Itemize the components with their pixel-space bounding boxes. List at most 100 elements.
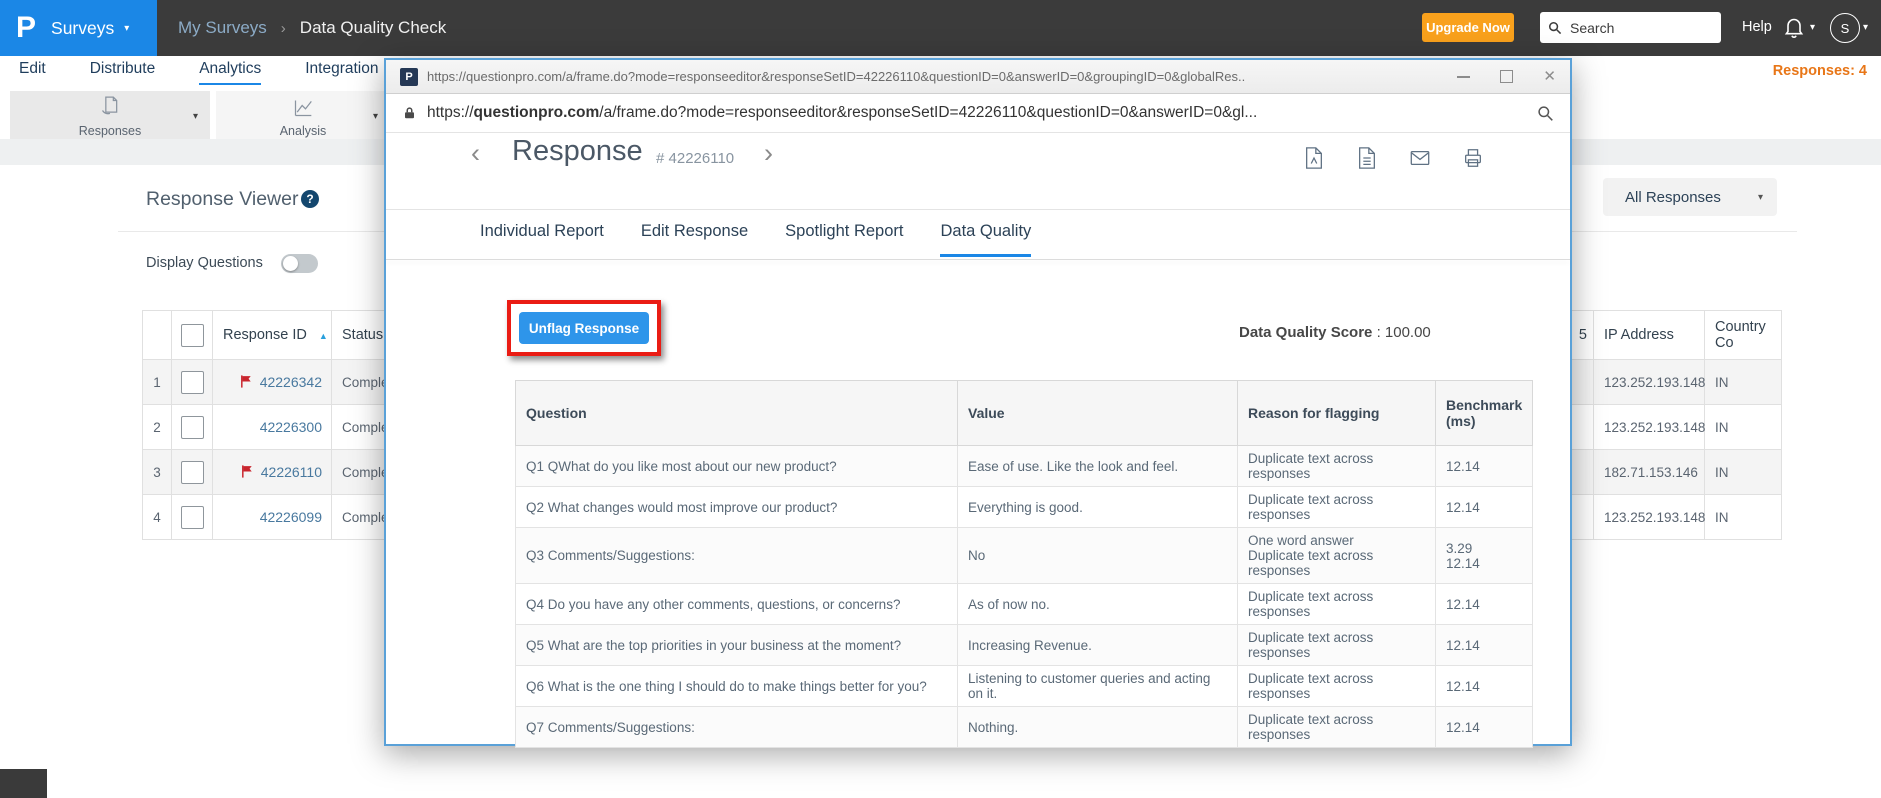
toolbar-responses-label: Responses bbox=[78, 123, 142, 138]
responses-table-right: 5 IP Address Country Co 123.252.193.148 I… bbox=[1565, 310, 1782, 540]
dq-row: Q1 QWhat do you like most about our new … bbox=[515, 445, 1533, 487]
dq-row: Q4 Do you have any other comments, quest… bbox=[515, 583, 1533, 625]
nav-tab-edit[interactable]: Edit bbox=[19, 60, 46, 85]
data-quality-table: Question Value Reason for flagging Bench… bbox=[515, 380, 1533, 748]
close-icon[interactable]: ✕ bbox=[1543, 69, 1556, 84]
nav-tab-distribute[interactable]: Distribute bbox=[90, 60, 155, 85]
select-all-header bbox=[171, 310, 213, 360]
toolbar-responses[interactable]: Responses ▾ bbox=[10, 91, 210, 139]
modal-addressbar[interactable]: https://questionpro.com/a/frame.do?mode=… bbox=[386, 94, 1570, 133]
modal-tabs: Individual Report Edit Response Spotlight … bbox=[480, 222, 1032, 257]
dq-reason-cell: Duplicate text across responses bbox=[1237, 445, 1436, 487]
notifications-bell-icon[interactable] bbox=[1782, 15, 1806, 39]
ip-address-cell: 182.71.153.146 bbox=[1593, 449, 1705, 495]
maximize-icon[interactable] bbox=[1500, 70, 1514, 83]
breadcrumb: My Surveys › Data Quality Check bbox=[178, 0, 446, 56]
select-all-checkbox[interactable] bbox=[180, 323, 204, 347]
pdf-export-icon[interactable] bbox=[1303, 146, 1325, 170]
print-icon[interactable] bbox=[1462, 146, 1484, 170]
dq-table-header: Question Value Reason for flagging Bench… bbox=[515, 380, 1533, 446]
responses-filter-dropdown[interactable]: All Responses ▾ bbox=[1603, 178, 1777, 216]
zoom-icon[interactable] bbox=[1537, 105, 1554, 122]
dq-reason-line: Duplicate text across responses bbox=[1248, 548, 1374, 578]
help-icon[interactable]: ? bbox=[301, 190, 319, 208]
topbar: P Surveys ▾ My Surveys › Data Quality Ch… bbox=[0, 0, 1881, 56]
chat-widget-corner[interactable] bbox=[0, 769, 47, 798]
ip-address-header[interactable]: IP Address bbox=[1593, 310, 1705, 360]
chevron-down-icon[interactable]: ▾ bbox=[193, 111, 198, 122]
account-chevron-icon[interactable]: ▾ bbox=[1863, 22, 1868, 33]
email-icon[interactable] bbox=[1409, 146, 1431, 170]
next-response-button[interactable]: › bbox=[764, 140, 773, 167]
dq-benchmark-cell: 3.29 12.14 bbox=[1435, 527, 1533, 584]
url-prefix: https:// bbox=[427, 104, 474, 121]
row-checkbox[interactable] bbox=[180, 370, 204, 394]
screen: P Surveys ▾ My Surveys › Data Quality Ch… bbox=[0, 0, 1881, 798]
previous-response-button[interactable]: ‹ bbox=[471, 140, 480, 167]
dq-value-cell: Listening to customer queries and acting… bbox=[957, 665, 1238, 707]
response-id-link[interactable]: 42226342 bbox=[260, 374, 322, 390]
modal-titlebar[interactable]: P https://questionpro.com/a/frame.do?mod… bbox=[386, 60, 1570, 94]
country-code-header[interactable]: Country Co bbox=[1704, 310, 1782, 360]
toggle-knob bbox=[283, 256, 298, 271]
modal-tab-edit-response[interactable]: Edit Response bbox=[641, 222, 748, 257]
row-checkbox-cell bbox=[171, 359, 213, 405]
upgrade-now-button[interactable]: Upgrade Now bbox=[1422, 13, 1514, 42]
score-label: Data Quality Score bbox=[1239, 324, 1373, 341]
breadcrumb-my-surveys[interactable]: My Surveys bbox=[178, 18, 267, 38]
sort-asc-icon: ▲ bbox=[318, 331, 328, 341]
search-input[interactable] bbox=[1568, 18, 1702, 37]
help-link[interactable]: Help bbox=[1742, 19, 1772, 35]
data-quality-score: Data Quality Score : 100.00 bbox=[1239, 324, 1431, 341]
country-code-cell: IN bbox=[1704, 404, 1782, 450]
dq-value-cell: Everything is good. bbox=[957, 486, 1238, 528]
response-id-link[interactable]: 42226099 bbox=[260, 509, 322, 525]
nav-tab-integration[interactable]: Integration bbox=[305, 60, 378, 85]
unflag-response-button[interactable]: Unflag Response bbox=[519, 312, 649, 344]
dq-value-cell: No bbox=[957, 527, 1238, 584]
dq-benchmark-cell: 12.14 bbox=[1435, 486, 1533, 528]
response-id-cell: 42226342 bbox=[212, 359, 332, 405]
avatar[interactable]: S bbox=[1830, 13, 1860, 43]
row-checkbox[interactable] bbox=[180, 460, 204, 484]
dq-benchmark-cell: 12.14 bbox=[1435, 624, 1533, 666]
country-code-cell: IN bbox=[1704, 494, 1782, 540]
row-checkbox-cell bbox=[171, 494, 213, 540]
country-code-cell: IN bbox=[1704, 449, 1782, 495]
display-questions-toggle[interactable] bbox=[281, 254, 318, 273]
dq-reason-line: Duplicate text across responses bbox=[1248, 630, 1374, 660]
response-id-cell: 42226110 bbox=[212, 449, 332, 495]
display-questions-label: Display Questions bbox=[146, 255, 263, 271]
row-checkbox[interactable] bbox=[180, 415, 204, 439]
nav-tab-analytics[interactable]: Analytics bbox=[199, 60, 262, 85]
product-label: Surveys bbox=[51, 17, 115, 38]
bell-chevron-icon[interactable]: ▾ bbox=[1810, 22, 1815, 33]
modal-tab-data-quality[interactable]: Data Quality bbox=[940, 222, 1032, 257]
minimize-icon[interactable] bbox=[1457, 75, 1471, 78]
global-search[interactable] bbox=[1540, 12, 1721, 43]
response-id-link[interactable]: 42226110 bbox=[261, 464, 322, 480]
response-editor-modal: P https://questionpro.com/a/frame.do?mod… bbox=[384, 58, 1572, 748]
row-number: 3 bbox=[142, 449, 172, 495]
dq-question-cell: Q4 Do you have any other comments, quest… bbox=[515, 583, 958, 625]
response-row-right: 123.252.193.148 IN bbox=[1565, 404, 1782, 450]
questionpro-favicon: P bbox=[400, 67, 418, 86]
lock-icon bbox=[405, 107, 414, 119]
dq-benchmark-cell: 12.14 bbox=[1435, 583, 1533, 625]
row-number: 2 bbox=[142, 404, 172, 450]
question-header: Question bbox=[515, 380, 958, 446]
product-switcher[interactable]: P Surveys ▾ bbox=[0, 0, 157, 56]
dq-benchmark-cell: 12.14 bbox=[1435, 445, 1533, 487]
chevron-down-icon[interactable]: ▾ bbox=[373, 111, 378, 122]
response-id-header[interactable]: Response ID ▲ bbox=[212, 310, 332, 360]
response-id-link[interactable]: 42226300 bbox=[260, 419, 322, 435]
row-checkbox[interactable] bbox=[180, 505, 204, 529]
toolbar-analysis[interactable]: Analysis ▾ bbox=[216, 91, 390, 139]
dq-reason-line: One word answer bbox=[1248, 533, 1354, 548]
excel-export-icon[interactable] bbox=[1356, 146, 1378, 170]
annotation-highlight-box: Unflag Response bbox=[507, 300, 661, 356]
country-code-cell: IN bbox=[1704, 359, 1782, 405]
responses-filter-value: All Responses bbox=[1625, 188, 1721, 206]
modal-tab-spotlight-report[interactable]: Spotlight Report bbox=[785, 222, 903, 257]
modal-tab-individual-report[interactable]: Individual Report bbox=[480, 222, 604, 257]
